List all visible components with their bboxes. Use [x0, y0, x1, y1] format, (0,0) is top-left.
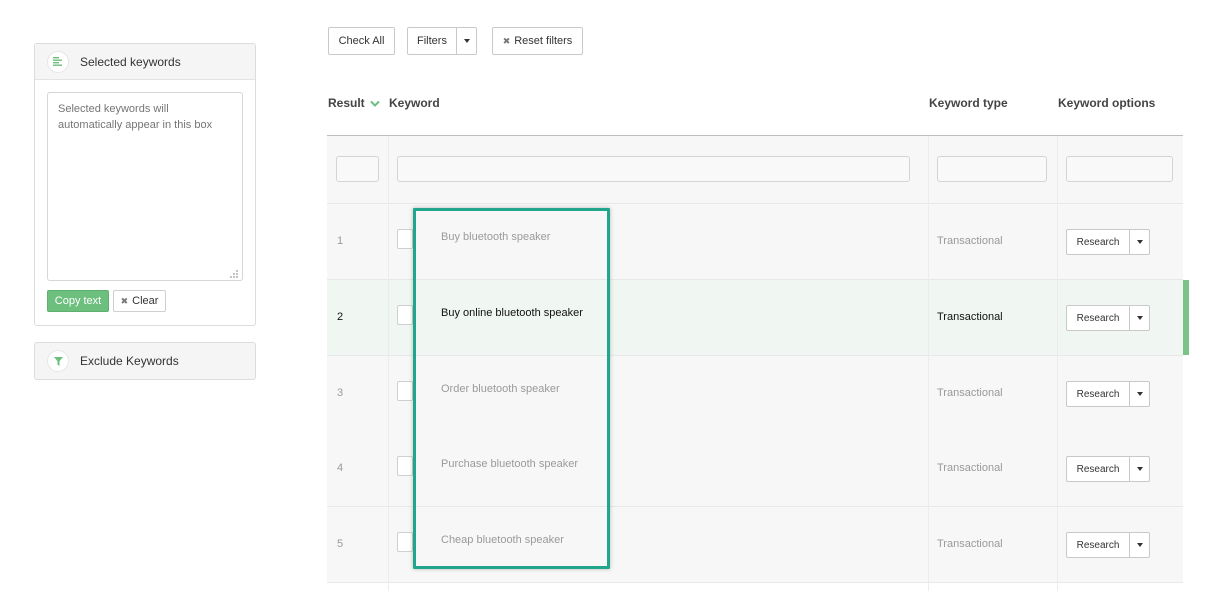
filters-button[interactable]: Filters [407, 27, 457, 55]
sort-chevron-down-icon[interactable] [370, 97, 380, 111]
column-header-result[interactable]: Result [328, 96, 365, 110]
row-keyword-type: Transactional [937, 235, 1003, 247]
selected-keywords-textarea[interactable] [47, 92, 243, 281]
research-dropdown-toggle[interactable] [1130, 456, 1150, 482]
keyword-filter-input[interactable] [397, 156, 910, 182]
reset-filters-button[interactable]: ✖ Reset filters [492, 27, 583, 55]
column-divider [1057, 136, 1058, 591]
resize-grip-icon[interactable] [229, 268, 239, 278]
research-button[interactable]: Research [1066, 381, 1130, 407]
selected-keywords-title: Selected keywords [80, 54, 181, 69]
caret-down-icon [1136, 467, 1143, 471]
filter-row [327, 136, 1183, 204]
research-dropdown-toggle[interactable] [1130, 532, 1150, 558]
keyword-type-filter-input[interactable] [937, 156, 1047, 182]
row-number: 5 [337, 538, 344, 550]
row-number: 1 [337, 235, 344, 247]
row-number: 2 [337, 311, 344, 323]
column-header-keyword[interactable]: Keyword [389, 96, 440, 110]
column-header-keyword-type[interactable]: Keyword type [929, 96, 1008, 110]
row-keyword-type: Transactional [937, 538, 1003, 550]
research-button-group: Research [1066, 305, 1150, 331]
exclude-keywords-panel[interactable]: Exclude Keywords [34, 342, 256, 380]
selected-keywords-panel: Selected keywords Copy text ✖ Clear [34, 43, 256, 326]
selected-keywords-header[interactable]: Selected keywords [35, 44, 255, 80]
filters-dropdown-toggle[interactable] [456, 27, 477, 55]
research-button-group: Research [1066, 229, 1150, 255]
row-keyword-type: Transactional [937, 311, 1003, 323]
clear-label: Clear [132, 295, 159, 307]
research-button[interactable]: Research [1066, 229, 1130, 255]
row-number: 3 [337, 387, 344, 399]
column-divider [928, 136, 929, 591]
result-filter-input[interactable] [336, 156, 379, 182]
caret-down-icon [463, 39, 470, 43]
row-keyword-type: Transactional [937, 462, 1003, 474]
column-header-keyword-options: Keyword options [1058, 96, 1156, 110]
research-button[interactable]: Research [1066, 532, 1130, 558]
row-checkbox[interactable] [397, 305, 413, 325]
row-number: 4 [337, 462, 344, 474]
active-row-indicator [1183, 280, 1189, 355]
clear-button[interactable]: ✖ Clear [113, 290, 166, 312]
research-dropdown-toggle[interactable] [1130, 305, 1150, 331]
check-all-button[interactable]: Check All [328, 27, 395, 55]
exclude-keywords-title: Exclude Keywords [80, 354, 179, 368]
row-keyword-type: Transactional [937, 387, 1003, 399]
reset-filters-label: Reset filters [514, 35, 573, 47]
caret-down-icon [1136, 543, 1143, 547]
row-checkbox[interactable] [397, 381, 413, 401]
list-align-icon [47, 50, 69, 73]
row-checkbox[interactable] [397, 456, 413, 476]
research-button[interactable]: Research [1066, 456, 1130, 482]
row-checkbox[interactable] [397, 229, 413, 249]
research-button[interactable]: Research [1066, 305, 1130, 331]
research-dropdown-toggle[interactable] [1130, 229, 1150, 255]
close-icon: ✖ [120, 295, 129, 306]
close-icon: ✖ [502, 35, 511, 46]
caret-down-icon [1136, 392, 1143, 396]
research-button-group: Research [1066, 381, 1150, 407]
keyword-options-filter-input[interactable] [1066, 156, 1173, 182]
caret-down-icon [1136, 240, 1143, 244]
column-divider [388, 136, 389, 591]
row-checkbox[interactable] [397, 532, 413, 552]
exclude-keywords-header[interactable]: Exclude Keywords [35, 343, 255, 379]
research-button-group: Research [1066, 532, 1150, 558]
research-button-group: Research [1066, 456, 1150, 482]
caret-down-icon [1136, 316, 1143, 320]
research-dropdown-toggle[interactable] [1130, 381, 1150, 407]
filter-icon [47, 350, 69, 372]
keyword-highlight-box [413, 208, 610, 569]
copy-text-button[interactable]: Copy text [47, 290, 109, 312]
